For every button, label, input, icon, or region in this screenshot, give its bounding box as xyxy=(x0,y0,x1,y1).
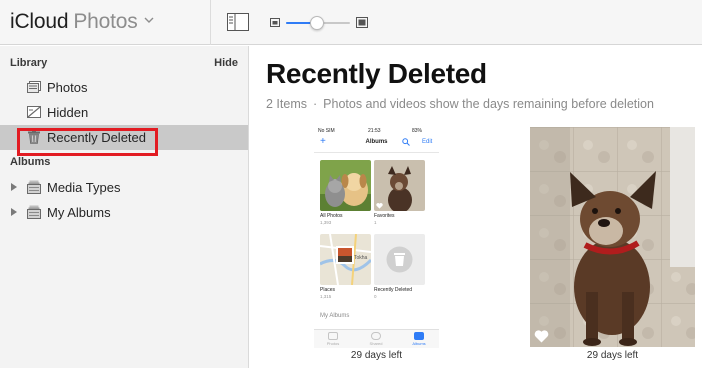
phone-tab-label: Shared xyxy=(369,341,383,346)
deletion-description: Photos and videos show the days remainin… xyxy=(323,97,654,111)
phone-tab-icon xyxy=(371,332,381,340)
phone-divider xyxy=(314,152,439,153)
trash-icon xyxy=(28,130,40,144)
folder-stack-icon xyxy=(27,205,41,219)
phone-nav-bar: + Albums Edit xyxy=(314,136,439,150)
phone-carrier: No SIM xyxy=(318,128,335,134)
phone-tab-label: Photos xyxy=(326,341,340,346)
phone-album-name: All Photos xyxy=(320,213,343,219)
phone-tab-albums: Albums xyxy=(404,332,434,346)
dog-thumbnail xyxy=(374,160,425,211)
favorite-heart-icon xyxy=(534,330,549,343)
small-photo-icon xyxy=(270,18,280,27)
sidebar: Library Hide Photos Hidden Recently Dele… xyxy=(0,46,249,368)
page-subtitle: 2 Items · Photos and videos show the days … xyxy=(266,97,654,111)
chevron-down-icon xyxy=(144,17,154,23)
zoom-slider-track[interactable] xyxy=(286,16,350,30)
sidebar-item-recently-deleted[interactable]: Recently Deleted xyxy=(0,125,248,156)
days-left-caption: 29 days left xyxy=(586,350,639,361)
sidebar-item-label: Recently Deleted xyxy=(47,130,146,145)
favorite-heart-icon xyxy=(376,203,383,209)
sidebar-item-label: Hidden xyxy=(47,105,89,120)
sidebar-item-label: Photos xyxy=(47,80,88,95)
toolbar-divider xyxy=(210,0,211,45)
phone-album-count: 1 xyxy=(374,220,377,225)
deleted-item-screenshot[interactable]: No SIM 21:53 83% + Albums Edit All Photo… xyxy=(314,126,439,348)
phone-tab-icon xyxy=(414,332,424,340)
phone-edit-label: Edit xyxy=(422,139,433,145)
phone-tab-label: Albums xyxy=(412,341,426,346)
deleted-item-dog-photo[interactable] xyxy=(530,127,695,347)
disclosure-triangle-icon[interactable] xyxy=(10,182,18,192)
zoom-slider[interactable] xyxy=(270,14,370,32)
phone-tab-shared: Shared xyxy=(361,332,391,346)
photos-icon xyxy=(27,81,41,93)
phone-search-icon xyxy=(402,138,410,146)
sidebar-item-hidden[interactable]: Hidden xyxy=(0,100,248,125)
disclosure-triangle-icon[interactable] xyxy=(10,207,18,217)
phone-map-label: Tokha xyxy=(354,255,368,261)
phone-nav-title: Albums xyxy=(365,139,388,145)
phone-status-bar: No SIM 21:53 83% xyxy=(314,126,439,135)
sidebar-item-label: Media Types xyxy=(47,180,121,195)
phone-album-name: Favorites xyxy=(374,213,395,219)
phone-album-recently-deleted: Recently Deleted 0 xyxy=(374,234,425,299)
phone-battery: 83% xyxy=(412,128,423,134)
zoom-slider-knob[interactable] xyxy=(309,16,324,30)
phone-tab-icon xyxy=(328,332,338,340)
sidebar-item-photos[interactable]: Photos xyxy=(0,75,248,100)
item-1-caption-wrap: 29 days left xyxy=(314,350,439,364)
page-title: Recently Deleted xyxy=(266,58,487,89)
separator-dot: · xyxy=(313,97,318,111)
phone-album-name: Places xyxy=(320,287,336,293)
dog-photo-image xyxy=(530,127,695,347)
app-name: Photos xyxy=(73,10,138,33)
item-count: 2 Items xyxy=(266,97,307,111)
empty-trash-thumbnail xyxy=(374,234,425,285)
phone-album-count: 1,393 xyxy=(320,220,332,225)
phone-album-count: 0 xyxy=(374,294,377,299)
phone-album-all-photos: All Photos 1,393 xyxy=(320,160,371,225)
sidebar-toggle-icon[interactable] xyxy=(227,13,249,31)
map-thumbnail: Tokha xyxy=(320,234,371,285)
phone-album-count: 1,315 xyxy=(320,294,332,299)
main-content: Recently Deleted 2 Items · Photos and vide… xyxy=(250,46,702,368)
item-2-caption-wrap: 29 days left xyxy=(530,350,695,364)
folder-stack-icon xyxy=(27,180,41,194)
sidebar-item-label: My Albums xyxy=(47,205,111,220)
phone-album-favorites: Favorites 1 xyxy=(374,160,425,225)
albums-heading: Albums xyxy=(10,156,51,168)
top-bar: iCloud Photos xyxy=(0,0,702,45)
phone-tab-bar: Photos Shared Albums xyxy=(314,329,439,348)
sidebar-item-media-types[interactable]: Media Types xyxy=(0,175,248,200)
phone-time: 21:53 xyxy=(368,128,381,134)
app-switcher[interactable]: iCloud Photos xyxy=(10,10,155,38)
icloud-brand: iCloud xyxy=(10,10,69,33)
hidden-icon xyxy=(27,106,41,118)
hide-library-button[interactable]: Hide xyxy=(214,57,238,69)
phone-album-name: Recently Deleted xyxy=(374,287,413,293)
phone-album-places: Tokha Places 1,315 xyxy=(320,234,371,299)
large-photo-icon xyxy=(356,17,368,28)
phone-my-albums-heading: My Albums xyxy=(320,313,350,319)
library-heading: Library xyxy=(10,57,48,69)
phone-tab-photos: Photos xyxy=(318,332,348,346)
sidebar-item-my-albums[interactable]: My Albums xyxy=(0,200,248,225)
days-left-caption: 29 days left xyxy=(350,350,403,361)
puppy-kitten-thumbnail xyxy=(320,160,371,211)
